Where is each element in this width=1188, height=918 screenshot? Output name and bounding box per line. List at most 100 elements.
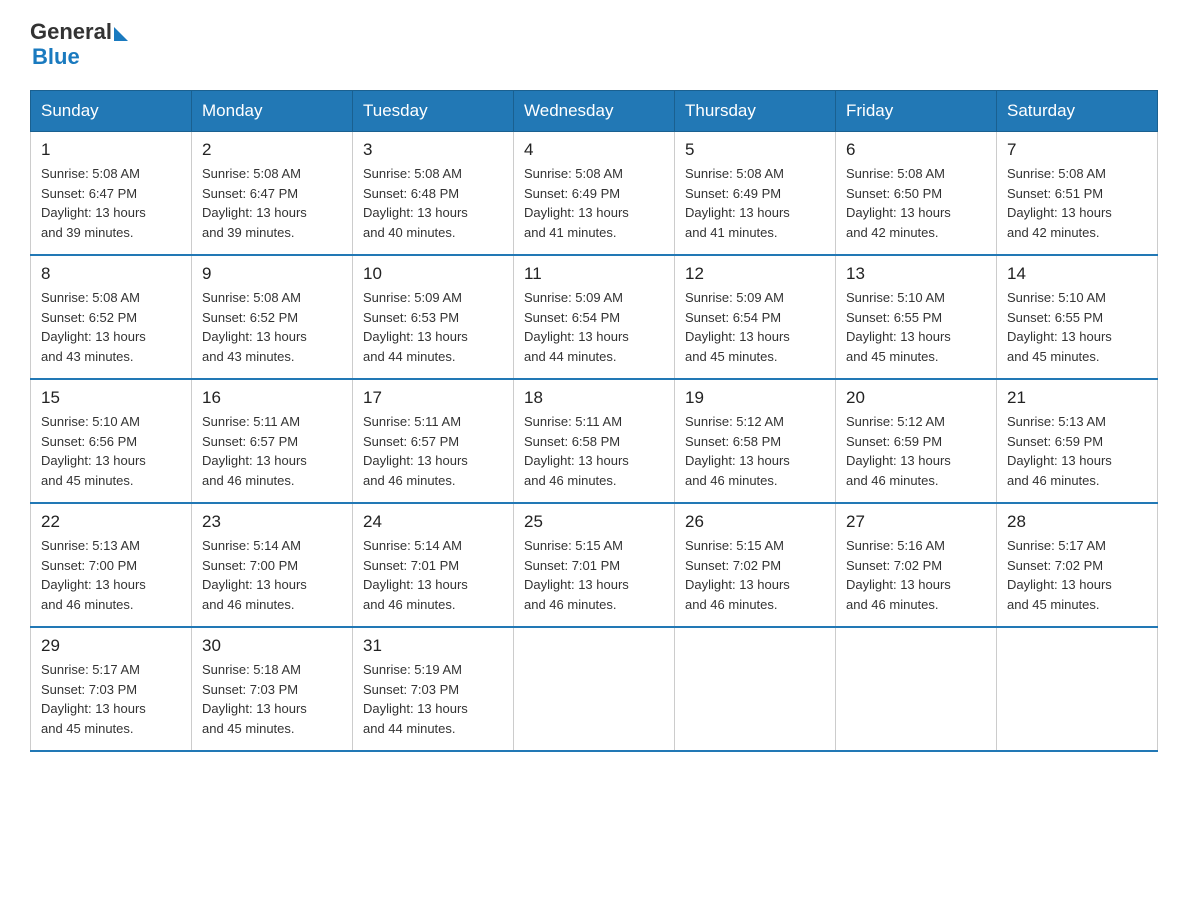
- day-info: Sunrise: 5:08 AMSunset: 6:49 PMDaylight:…: [685, 164, 825, 242]
- day-cell: 30 Sunrise: 5:18 AMSunset: 7:03 PMDayligh…: [192, 627, 353, 751]
- day-cell: 3 Sunrise: 5:08 AMSunset: 6:48 PMDaylight…: [353, 132, 514, 256]
- day-info: Sunrise: 5:14 AMSunset: 7:00 PMDaylight:…: [202, 536, 342, 614]
- day-info: Sunrise: 5:08 AMSunset: 6:51 PMDaylight:…: [1007, 164, 1147, 242]
- logo: General Blue: [30, 20, 128, 70]
- day-info: Sunrise: 5:09 AMSunset: 6:54 PMDaylight:…: [524, 288, 664, 366]
- day-info: Sunrise: 5:19 AMSunset: 7:03 PMDaylight:…: [363, 660, 503, 738]
- day-cell: 10Sunrise: 5:09 AMSunset: 6:53 PMDayligh…: [353, 255, 514, 379]
- day-info: Sunrise: 5:08 AMSunset: 6:50 PMDaylight:…: [846, 164, 986, 242]
- day-cell: [997, 627, 1158, 751]
- day-number: 17: [363, 388, 503, 408]
- day-number: 9: [202, 264, 342, 284]
- week-row-2: 8 Sunrise: 5:08 AMSunset: 6:52 PMDaylight…: [31, 255, 1158, 379]
- header-cell-thursday: Thursday: [675, 91, 836, 132]
- day-cell: 25 Sunrise: 5:15 AMSunset: 7:01 PMDayligh…: [514, 503, 675, 627]
- day-cell: 20 Sunrise: 5:12 AMSunset: 6:59 PMDayligh…: [836, 379, 997, 503]
- day-cell: 6 Sunrise: 5:08 AMSunset: 6:50 PMDaylight…: [836, 132, 997, 256]
- day-number: 28: [1007, 512, 1147, 532]
- week-row-4: 22 Sunrise: 5:13 AMSunset: 7:00 PMDayligh…: [31, 503, 1158, 627]
- day-cell: 22 Sunrise: 5:13 AMSunset: 7:00 PMDayligh…: [31, 503, 192, 627]
- day-info: Sunrise: 5:18 AMSunset: 7:03 PMDaylight:…: [202, 660, 342, 738]
- week-row-5: 29Sunrise: 5:17 AMSunset: 7:03 PMDayligh…: [31, 627, 1158, 751]
- day-info: Sunrise: 5:12 AMSunset: 6:59 PMDaylight:…: [846, 412, 986, 490]
- day-number: 30: [202, 636, 342, 656]
- day-number: 15: [41, 388, 181, 408]
- day-info: Sunrise: 5:12 AMSunset: 6:58 PMDaylight:…: [685, 412, 825, 490]
- logo-arrow-icon: [114, 27, 128, 41]
- day-info: Sunrise: 5:08 AMSunset: 6:48 PMDaylight:…: [363, 164, 503, 242]
- header-cell-tuesday: Tuesday: [353, 91, 514, 132]
- day-info: Sunrise: 5:15 AMSunset: 7:01 PMDaylight:…: [524, 536, 664, 614]
- day-info: Sunrise: 5:08 AMSunset: 6:49 PMDaylight:…: [524, 164, 664, 242]
- day-cell: [675, 627, 836, 751]
- day-number: 3: [363, 140, 503, 160]
- day-info: Sunrise: 5:16 AMSunset: 7:02 PMDaylight:…: [846, 536, 986, 614]
- day-info: Sunrise: 5:08 AMSunset: 6:52 PMDaylight:…: [41, 288, 181, 366]
- day-number: 2: [202, 140, 342, 160]
- day-info: Sunrise: 5:10 AMSunset: 6:55 PMDaylight:…: [846, 288, 986, 366]
- day-info: Sunrise: 5:11 AMSunset: 6:57 PMDaylight:…: [363, 412, 503, 490]
- header-cell-sunday: Sunday: [31, 91, 192, 132]
- header-cell-monday: Monday: [192, 91, 353, 132]
- day-cell: [514, 627, 675, 751]
- day-info: Sunrise: 5:17 AMSunset: 7:02 PMDaylight:…: [1007, 536, 1147, 614]
- calendar-header: SundayMondayTuesdayWednesdayThursdayFrid…: [31, 91, 1158, 132]
- day-number: 10: [363, 264, 503, 284]
- logo-text-blue: Blue: [32, 44, 128, 70]
- day-number: 31: [363, 636, 503, 656]
- day-number: 11: [524, 264, 664, 284]
- calendar-table: SundayMondayTuesdayWednesdayThursdayFrid…: [30, 90, 1158, 752]
- day-number: 19: [685, 388, 825, 408]
- day-cell: 11 Sunrise: 5:09 AMSunset: 6:54 PMDayligh…: [514, 255, 675, 379]
- day-cell: 18 Sunrise: 5:11 AMSunset: 6:58 PMDayligh…: [514, 379, 675, 503]
- day-number: 14: [1007, 264, 1147, 284]
- day-cell: 4Sunrise: 5:08 AMSunset: 6:49 PMDaylight…: [514, 132, 675, 256]
- day-cell: 13Sunrise: 5:10 AMSunset: 6:55 PMDayligh…: [836, 255, 997, 379]
- day-cell: 5Sunrise: 5:08 AMSunset: 6:49 PMDaylight…: [675, 132, 836, 256]
- day-cell: 19 Sunrise: 5:12 AMSunset: 6:58 PMDayligh…: [675, 379, 836, 503]
- day-cell: 23 Sunrise: 5:14 AMSunset: 7:00 PMDayligh…: [192, 503, 353, 627]
- day-cell: 12 Sunrise: 5:09 AMSunset: 6:54 PMDayligh…: [675, 255, 836, 379]
- day-number: 25: [524, 512, 664, 532]
- day-cell: 2Sunrise: 5:08 AMSunset: 6:47 PMDaylight…: [192, 132, 353, 256]
- page-header: General Blue: [30, 20, 1158, 70]
- day-number: 27: [846, 512, 986, 532]
- day-cell: 15 Sunrise: 5:10 AMSunset: 6:56 PMDayligh…: [31, 379, 192, 503]
- day-info: Sunrise: 5:15 AMSunset: 7:02 PMDaylight:…: [685, 536, 825, 614]
- day-info: Sunrise: 5:13 AMSunset: 6:59 PMDaylight:…: [1007, 412, 1147, 490]
- day-number: 20: [846, 388, 986, 408]
- day-number: 26: [685, 512, 825, 532]
- day-cell: 21Sunrise: 5:13 AMSunset: 6:59 PMDayligh…: [997, 379, 1158, 503]
- day-number: 18: [524, 388, 664, 408]
- week-row-1: 1 Sunrise: 5:08 AMSunset: 6:47 PMDaylight…: [31, 132, 1158, 256]
- day-cell: 14Sunrise: 5:10 AMSunset: 6:55 PMDayligh…: [997, 255, 1158, 379]
- day-number: 6: [846, 140, 986, 160]
- day-cell: 1 Sunrise: 5:08 AMSunset: 6:47 PMDaylight…: [31, 132, 192, 256]
- day-number: 8: [41, 264, 181, 284]
- day-info: Sunrise: 5:11 AMSunset: 6:57 PMDaylight:…: [202, 412, 342, 490]
- day-number: 22: [41, 512, 181, 532]
- calendar-body: 1 Sunrise: 5:08 AMSunset: 6:47 PMDaylight…: [31, 132, 1158, 752]
- day-info: Sunrise: 5:09 AMSunset: 6:54 PMDaylight:…: [685, 288, 825, 366]
- day-number: 16: [202, 388, 342, 408]
- day-cell: [836, 627, 997, 751]
- day-number: 12: [685, 264, 825, 284]
- day-info: Sunrise: 5:10 AMSunset: 6:56 PMDaylight:…: [41, 412, 181, 490]
- day-number: 23: [202, 512, 342, 532]
- day-info: Sunrise: 5:17 AMSunset: 7:03 PMDaylight:…: [41, 660, 181, 738]
- day-number: 1: [41, 140, 181, 160]
- day-number: 24: [363, 512, 503, 532]
- week-row-3: 15 Sunrise: 5:10 AMSunset: 6:56 PMDayligh…: [31, 379, 1158, 503]
- day-cell: 31 Sunrise: 5:19 AMSunset: 7:03 PMDayligh…: [353, 627, 514, 751]
- day-cell: 28 Sunrise: 5:17 AMSunset: 7:02 PMDayligh…: [997, 503, 1158, 627]
- day-info: Sunrise: 5:14 AMSunset: 7:01 PMDaylight:…: [363, 536, 503, 614]
- logo-text-general: General: [30, 20, 112, 44]
- header-cell-wednesday: Wednesday: [514, 91, 675, 132]
- day-info: Sunrise: 5:13 AMSunset: 7:00 PMDaylight:…: [41, 536, 181, 614]
- day-cell: 27 Sunrise: 5:16 AMSunset: 7:02 PMDayligh…: [836, 503, 997, 627]
- day-cell: 24 Sunrise: 5:14 AMSunset: 7:01 PMDayligh…: [353, 503, 514, 627]
- header-cell-friday: Friday: [836, 91, 997, 132]
- day-info: Sunrise: 5:11 AMSunset: 6:58 PMDaylight:…: [524, 412, 664, 490]
- day-cell: 7Sunrise: 5:08 AMSunset: 6:51 PMDaylight…: [997, 132, 1158, 256]
- day-info: Sunrise: 5:08 AMSunset: 6:47 PMDaylight:…: [41, 164, 181, 242]
